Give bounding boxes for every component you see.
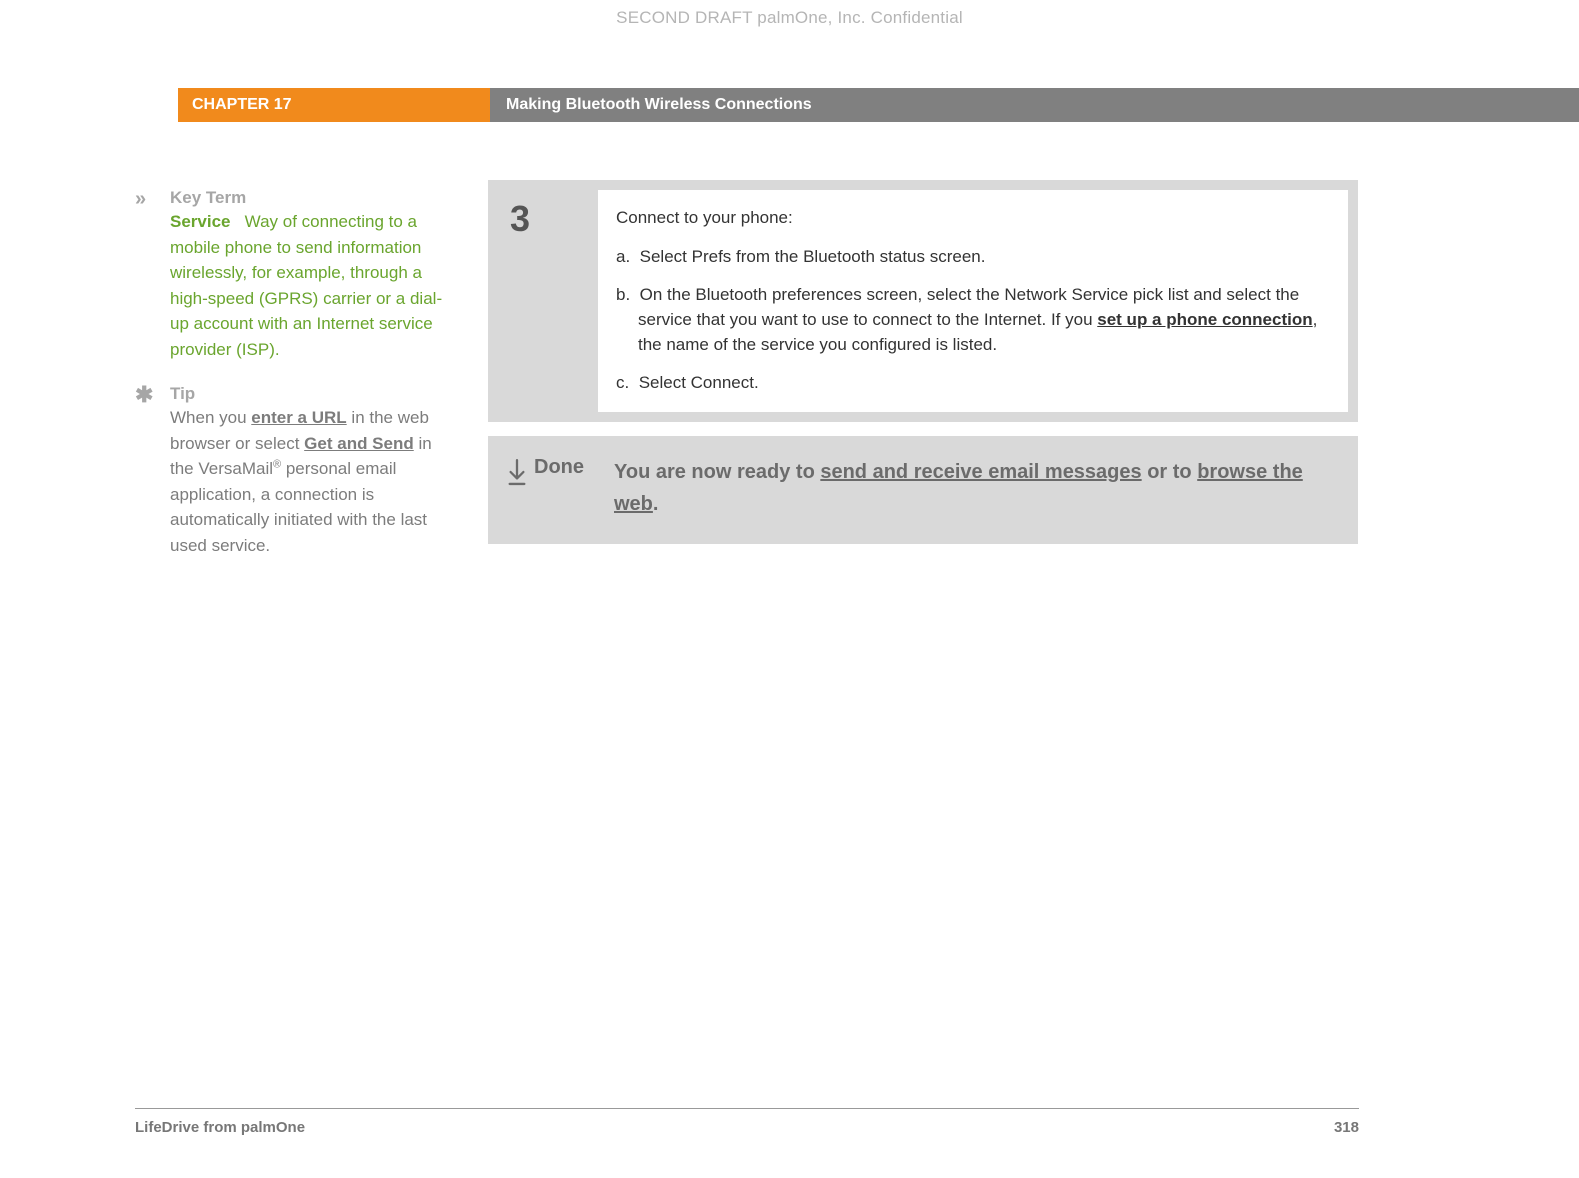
tip-icon: ✱ (135, 384, 170, 558)
sidebar: » Key Term Service Way of connecting to … (135, 188, 455, 580)
header-right-gutter (1359, 88, 1579, 122)
done-row: Done You are now ready to send and recei… (498, 446, 1348, 534)
done-label: Done (534, 456, 614, 479)
header-gutter (0, 88, 178, 122)
page-footer: LifeDrive from palmOne 318 (135, 1108, 1359, 1136)
step-b: b. On the Bluetooth preferences screen, … (616, 283, 1330, 357)
step-a-text: Select Prefs from the Bluetooth status s… (640, 247, 986, 266)
step-c-label: c. (616, 373, 629, 392)
step-3-row: 3 Connect to your phone: a. Select Prefs… (498, 190, 1348, 412)
chapter-header-bar: CHAPTER 17 Making Bluetooth Wireless Con… (0, 88, 1579, 122)
main-content: 3 Connect to your phone: a. Select Prefs… (488, 180, 1358, 558)
tip-link-get-and-send[interactable]: Get and Send (304, 434, 414, 453)
step-a-label: a. (616, 247, 630, 266)
footer-product: LifeDrive from palmOne (135, 1119, 305, 1136)
key-term-content: Key Term Service Way of connecting to a … (170, 188, 455, 362)
footer-page-number: 318 (1334, 1119, 1359, 1136)
done-link-email[interactable]: send and receive email messages (820, 461, 1141, 483)
tip-content: Tip When you enter a URL in the web brow… (170, 384, 455, 558)
step-c-text: Select Connect. (639, 373, 759, 392)
done-post: . (653, 493, 659, 515)
tip-text-pre: When you (170, 408, 251, 427)
key-term-definition: Way of connecting to a mobile phone to s… (170, 212, 442, 359)
step-a: a. Select Prefs from the Bluetooth statu… (616, 245, 1330, 270)
step-3-frame: 3 Connect to your phone: a. Select Prefs… (488, 180, 1358, 422)
tip-heading: Tip (170, 384, 455, 404)
tip-block: ✱ Tip When you enter a URL in the web br… (135, 384, 455, 558)
step-c: c. Select Connect. (616, 371, 1330, 396)
key-term-icon: » (135, 188, 170, 362)
step-b-link[interactable]: set up a phone connection (1097, 310, 1312, 329)
tip-link-enter-url[interactable]: enter a URL (251, 408, 346, 427)
key-term-body: Service Way of connecting to a mobile ph… (170, 209, 455, 362)
tip-registered-mark: ® (273, 458, 281, 470)
chapter-label: CHAPTER 17 (178, 88, 490, 122)
step-intro: Connect to your phone: (616, 206, 1330, 231)
key-term-heading: Key Term (170, 188, 455, 208)
done-body: You are now ready to send and receive em… (614, 456, 1340, 520)
step-number: 3 (498, 190, 598, 412)
done-frame: Done You are now ready to send and recei… (488, 436, 1358, 544)
step-b-label: b. (616, 285, 630, 304)
key-term-block: » Key Term Service Way of connecting to … (135, 188, 455, 362)
confidential-watermark: SECOND DRAFT palmOne, Inc. Confidential (0, 8, 1579, 28)
done-arrow-icon (506, 456, 534, 491)
done-pre: You are now ready to (614, 461, 820, 483)
done-mid: or to (1142, 461, 1198, 483)
chapter-title: Making Bluetooth Wireless Connections (490, 88, 1359, 122)
step-body: Connect to your phone: a. Select Prefs f… (598, 190, 1348, 412)
tip-body: When you enter a URL in the web browser … (170, 405, 455, 558)
key-term-word: Service (170, 212, 231, 231)
